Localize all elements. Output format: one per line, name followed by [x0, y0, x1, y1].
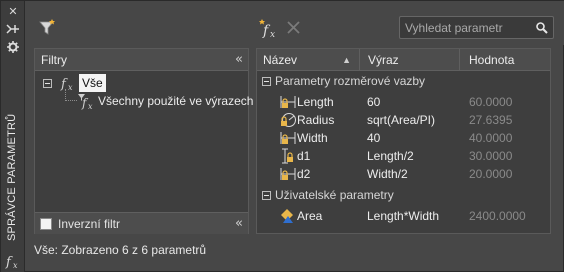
- delete-icon[interactable]: [284, 18, 304, 38]
- toolbar: f x: [26, 1, 564, 45]
- group-user-parameters[interactable]: Uživatelské parametry: [257, 186, 550, 204]
- filter-icon[interactable]: [38, 18, 58, 38]
- column-expression-label: Výraz: [368, 53, 399, 67]
- param-expression[interactable]: Length/2: [367, 147, 414, 165]
- svg-text:x: x: [88, 102, 93, 110]
- close-icon[interactable]: ✕: [5, 5, 21, 19]
- svg-text:f: f: [5, 255, 13, 269]
- tree-item-label: Všechny použité ve výrazech: [98, 94, 254, 108]
- fx-icon: fx: [5, 253, 21, 270]
- param-value: 30.0000: [469, 149, 513, 163]
- auto-hide-icon[interactable]: [5, 23, 21, 37]
- table-row[interactable]: Radius sqrt(Area/PI) 27.6395: [257, 111, 550, 129]
- param-expression[interactable]: Width/2: [367, 165, 408, 183]
- user-parameter-icon: [280, 208, 296, 224]
- filters-footer: Inverzní filtr «: [35, 212, 248, 234]
- param-name: d2: [297, 167, 311, 181]
- linear-lock-icon: [280, 166, 296, 182]
- param-expression[interactable]: 60: [367, 93, 380, 111]
- tree-item-used-in-expressions[interactable]: fx Všechny použité ve výrazech: [41, 89, 253, 111]
- search-icon[interactable]: [535, 21, 549, 35]
- column-value-label: Hodnota: [469, 53, 515, 67]
- param-name: Area: [297, 209, 323, 223]
- grid-header: Název ▲ Výraz Hodnota: [257, 49, 550, 71]
- collapse-filters-icon[interactable]: «: [235, 52, 243, 67]
- svg-text:x: x: [13, 261, 18, 269]
- param-value: 27.6395: [469, 113, 513, 127]
- group-title: Parametry rozměrové vazby: [275, 74, 426, 88]
- collapse-group-icon[interactable]: [262, 191, 271, 200]
- parameters-grid: Název ▲ Výraz Hodnota Parametry rozměrov…: [256, 48, 551, 234]
- tree-connector: [65, 89, 77, 101]
- param-value: 60.0000: [469, 95, 513, 109]
- filters-panel: Filtry « fx Vše fx Všechny použité ve vý…: [34, 48, 253, 234]
- parameters-manager-window: ✕ SPRÁVCE PARAMETRŮ fx f x Vyhledat para…: [0, 0, 564, 272]
- filter-fx-icon: fx: [77, 92, 97, 111]
- svg-text:x: x: [270, 30, 275, 38]
- collapse-footer-icon[interactable]: «: [235, 216, 243, 231]
- param-value: 40.0000: [469, 131, 513, 145]
- param-value: 2400.0000: [469, 209, 526, 223]
- sort-ascending-icon[interactable]: ▲: [342, 49, 351, 71]
- param-expression[interactable]: sqrt(Area/PI): [367, 111, 435, 129]
- param-value: 20.0000: [469, 167, 513, 181]
- column-name-label: Název: [263, 53, 298, 67]
- group-dimensional-parameters[interactable]: Parametry rozměrové vazby: [257, 72, 550, 90]
- table-row[interactable]: Length 60 60.0000: [257, 93, 550, 111]
- title-strip: ✕ SPRÁVCE PARAMETRŮ fx: [1, 1, 25, 272]
- param-expression[interactable]: 40: [367, 129, 380, 147]
- table-row[interactable]: Width 40 40.0000: [257, 129, 550, 147]
- collapse-tree-icon[interactable]: [43, 79, 52, 88]
- param-name: Width: [297, 131, 328, 145]
- param-name: d1: [297, 149, 311, 163]
- column-value[interactable]: Hodnota: [460, 49, 550, 71]
- table-row[interactable]: d2 Width/2 20.0000: [257, 165, 550, 183]
- table-row[interactable]: Area Length*Width 2400.0000: [257, 207, 550, 225]
- column-name[interactable]: Název ▲: [257, 49, 360, 71]
- table-row[interactable]: d1 Length/2 30.0000: [257, 147, 550, 165]
- status-bar-text: Vše: Zobrazeno 6 z 6 parametrů: [34, 243, 207, 257]
- inverse-filter-label[interactable]: Inverzní filtr: [58, 217, 120, 231]
- linear-lock-icon: [280, 94, 296, 110]
- search-input[interactable]: [405, 19, 530, 36]
- param-name: Length: [297, 95, 334, 109]
- vertical-lock-icon: [280, 148, 296, 164]
- column-expression[interactable]: Výraz: [360, 49, 460, 71]
- new-parameter-icon[interactable]: f x: [258, 18, 278, 40]
- param-name: Radius: [297, 113, 335, 127]
- search-box[interactable]: [399, 16, 554, 39]
- group-title: Uživatelské parametry: [275, 188, 394, 202]
- param-expression[interactable]: Length*Width: [367, 207, 439, 225]
- radius-lock-icon: [280, 112, 297, 128]
- linear-lock-icon: [280, 130, 296, 146]
- filters-header: Filtry «: [35, 49, 248, 71]
- filters-title: Filtry: [41, 53, 67, 67]
- window-title: SPRÁVCE PARAMETRŮ: [6, 113, 18, 241]
- collapse-group-icon[interactable]: [262, 77, 271, 86]
- inverse-filter-checkbox[interactable]: [40, 218, 52, 230]
- tree-item-label: Vše: [79, 74, 106, 92]
